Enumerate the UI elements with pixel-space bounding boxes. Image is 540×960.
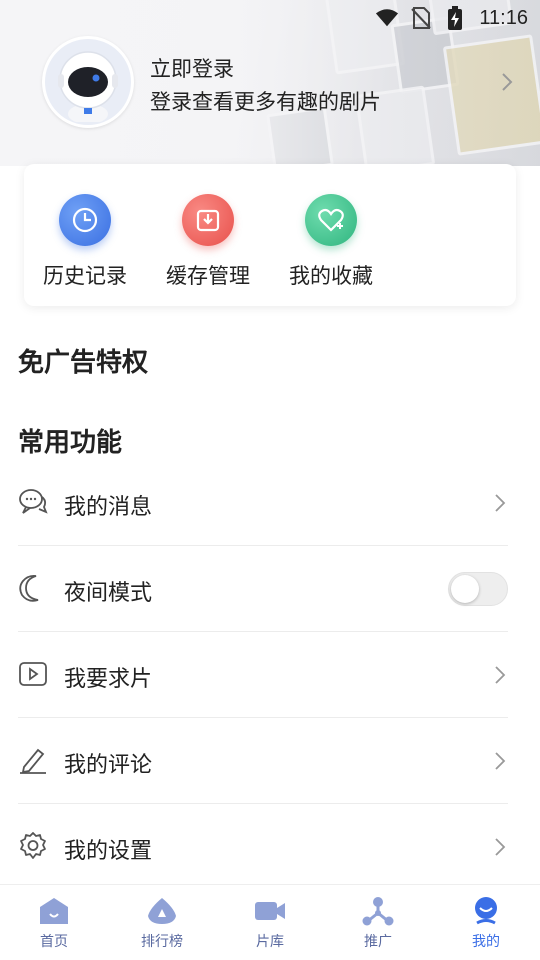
- download-tray-icon: [182, 194, 234, 246]
- chevron-right-icon: [492, 750, 508, 772]
- bottom-nav: 首页 排行榜 片库 推广 我的: [0, 884, 540, 960]
- home-icon: [37, 895, 71, 927]
- share-nodes-icon: [361, 895, 395, 927]
- wifi-icon: [375, 6, 399, 30]
- quick-action-history[interactable]: 历史记录: [30, 194, 140, 290]
- nav-item-home[interactable]: 首页: [0, 885, 108, 960]
- quick-action-label: 缓存管理: [166, 264, 250, 288]
- nav-item-mine[interactable]: 我的: [432, 885, 540, 960]
- ad-free-title[interactable]: 免广告特权: [18, 342, 148, 379]
- video-camera-icon: [253, 895, 287, 927]
- quick-action-cache[interactable]: 缓存管理: [153, 194, 263, 290]
- nav-label: 片库: [256, 934, 284, 950]
- list-item-night-mode: 夜间模式: [18, 546, 508, 632]
- nav-item-ranking[interactable]: 排行榜: [108, 885, 216, 960]
- list-item-settings[interactable]: 我的设置: [18, 804, 508, 890]
- status-time: 11:16: [479, 6, 528, 29]
- common-functions-title: 常用功能: [18, 428, 123, 458]
- quick-action-label: 历史记录: [43, 264, 127, 288]
- profile-chevron-icon[interactable]: [498, 70, 516, 94]
- chevron-right-icon: [492, 664, 508, 686]
- profile-icon: [469, 895, 503, 927]
- chevron-right-icon: [492, 836, 508, 858]
- astronaut-icon: [58, 51, 118, 122]
- nav-label: 首页: [40, 934, 68, 950]
- nav-item-library[interactable]: 片库: [216, 885, 324, 960]
- list-item-comments[interactable]: 我的评论: [18, 718, 508, 804]
- list-item-label: 我要求片: [64, 667, 153, 692]
- toggle-knob: [451, 575, 479, 603]
- heart-icon: [305, 194, 357, 246]
- message-bubbles-icon: [18, 487, 48, 517]
- nav-label: 我的: [472, 934, 500, 950]
- list-item-label: 夜间模式: [64, 581, 153, 606]
- list-item-label: 我的设置: [64, 839, 153, 864]
- list-item-request[interactable]: 我要求片: [18, 632, 508, 718]
- quick-action-favorites[interactable]: 我的收藏: [276, 194, 386, 290]
- ranking-icon: [145, 895, 179, 927]
- night-mode-toggle[interactable]: [448, 572, 508, 606]
- no-sim-icon: [409, 6, 433, 30]
- avatar[interactable]: [42, 36, 134, 128]
- play-box-icon: [18, 659, 48, 689]
- list-item-label: 我的消息: [64, 495, 153, 520]
- login-subtitle: 登录查看更多有趣的剧片: [150, 90, 381, 114]
- quick-action-label: 我的收藏: [289, 264, 373, 288]
- pen-icon: [18, 745, 48, 775]
- gear-icon: [18, 831, 48, 861]
- nav-label: 排行榜: [141, 934, 183, 950]
- nav-label: 推广: [364, 934, 392, 950]
- nav-item-promote[interactable]: 推广: [324, 885, 432, 960]
- login-title[interactable]: 立即登录: [150, 53, 234, 83]
- chevron-right-icon: [492, 492, 508, 514]
- status-bar: 11:16: [0, 0, 540, 36]
- list-item-messages[interactable]: 我的消息: [18, 460, 508, 546]
- moon-icon: [18, 573, 48, 603]
- quick-actions-card: 历史记录 缓存管理 我的收藏: [24, 164, 516, 306]
- list-item-label: 我的评论: [64, 753, 153, 778]
- history-clock-icon: [59, 194, 111, 246]
- battery-charging-icon: [443, 6, 467, 30]
